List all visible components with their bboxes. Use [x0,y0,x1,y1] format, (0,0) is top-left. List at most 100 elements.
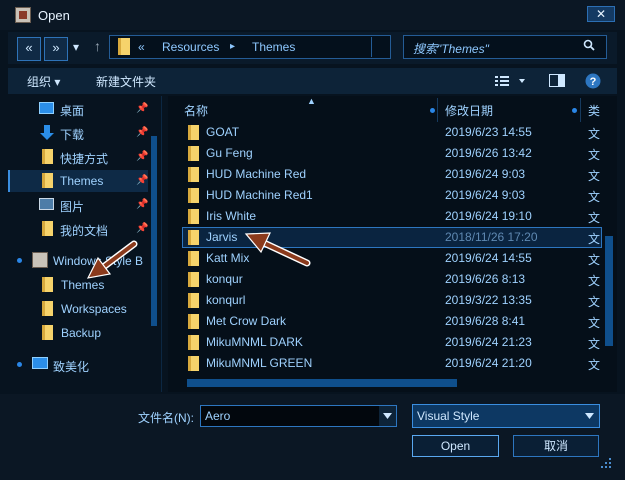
file-type: 文 [588,358,601,372]
list-item[interactable]: Met Crow Dark 2019/6/28 8:41 文 [182,311,602,332]
file-date: 2019/6/24 19:10 [445,209,532,223]
file-date: 2019/6/26 13:42 [445,146,532,160]
search-placeholder: 搜索"Themes" [413,42,489,56]
file-type: 文 [588,148,601,162]
folder-icon [42,277,53,292]
list-item[interactable]: HUD Machine Red1 2019/6/24 9:03 文 [182,185,602,206]
filename-label: 文件名(N): [138,411,194,425]
sidebar-item-label: 图片 [60,200,85,214]
folder-icon [188,335,199,350]
open-button[interactable]: Open [412,435,499,457]
list-item[interactable]: HUD Machine Red 2019/6/24 9:03 文 [182,164,602,185]
new-folder-button[interactable]: 新建文件夹 [96,73,156,90]
sidebar-item-label: 下载 [60,128,85,142]
folder-icon [42,301,53,316]
filetype-select[interactable]: Visual Style [412,404,600,428]
folder-icon [42,221,53,236]
sidebar-item-label: 快捷方式 [60,152,109,166]
sidebar-item-desktop[interactable]: 桌面 📌 [12,98,148,120]
expand-bullet-icon[interactable] [17,258,22,263]
file-name: Iris White [206,209,257,223]
list-item[interactable]: Iris White 2019/6/24 19:10 文 [182,206,602,227]
vertical-scrollbar-thumb[interactable] [605,236,613,346]
sidebar-item-pictures[interactable]: 图片 📌 [12,194,148,216]
view-options-icon[interactable] [495,75,529,87]
folder-icon [188,251,199,266]
breadcrumb-resources[interactable]: Resources [162,40,219,54]
file-name: HUD Machine Red [206,167,307,181]
title-bar [0,0,625,30]
sidebar-item-workspaces[interactable]: Workspaces [12,298,148,320]
search-icon[interactable] [583,39,595,51]
pin-icon[interactable]: 📌 [136,175,148,186]
preview-pane-icon[interactable] [549,74,565,87]
sidebar-item-downloads[interactable]: 下载 📌 [12,122,148,144]
column-header-type[interactable]: 类 [588,102,600,119]
recent-locations-dropdown[interactable]: ▾ [73,40,79,54]
breadcrumb-overflow[interactable]: « [138,40,145,54]
pin-icon[interactable]: 📌 [136,103,148,114]
column-menu-icon[interactable] [430,108,435,113]
sidebar-item-pc[interactable]: 致美化 [53,358,89,375]
up-button[interactable]: ↑ [94,38,101,54]
pin-icon[interactable]: 📌 [136,151,148,162]
help-icon[interactable]: ? [585,73,601,89]
file-type: 文 [588,295,601,309]
column-divider[interactable] [437,98,438,122]
cancel-button[interactable]: 取消 [513,435,599,457]
pin-icon[interactable]: 📌 [136,199,148,210]
back-button[interactable]: « [17,37,41,61]
expand-bullet-icon[interactable] [17,362,22,367]
file-type: 文 [588,253,601,267]
folder-icon [188,125,199,140]
horizontal-scrollbar-thumb[interactable] [187,379,457,387]
folder-icon [188,272,199,287]
sidebar-item-label: 桌面 [60,104,85,118]
close-button[interactable]: ✕ [587,6,615,22]
pin-icon[interactable]: 📌 [136,127,148,138]
folder-icon [188,188,199,203]
folder-icon [188,230,199,245]
pin-icon[interactable]: 📌 [136,223,148,234]
column-header-date[interactable]: 修改日期 [445,102,493,119]
sidebar-scrollbar-thumb[interactable] [151,136,157,326]
folder-icon [42,325,53,340]
forward-button[interactable]: » [44,37,68,61]
breadcrumb-themes[interactable]: Themes [252,40,295,54]
column-menu-icon[interactable] [572,108,577,113]
list-item[interactable]: MikuMNML DARK 2019/6/24 21:23 文 [182,332,602,353]
file-date: 2018/11/26 17:20 [445,230,538,244]
filename-dropdown[interactable] [379,406,396,426]
sidebar-item-themes-sub[interactable]: Themes [12,274,148,296]
file-name: Jarvis [206,230,238,244]
file-name: MikuMNML DARK [206,335,303,349]
file-date: 2019/6/24 9:03 [445,188,526,202]
list-item[interactable]: GOAT 2019/6/23 14:55 文 [182,122,602,143]
filename-input[interactable]: Aero [200,405,397,427]
sidebar-group-label[interactable]: Windows Style B [53,254,149,268]
sidebar-item-label: 我的文档 [60,224,109,238]
folder-icon [188,314,199,329]
organize-button[interactable]: 组织 ▾ [27,73,60,90]
list-item[interactable]: MikuMNML GREEN 2019/6/24 21:20 文 [182,353,602,374]
list-item[interactable]: Gu Feng 2019/6/26 13:42 文 [182,143,602,164]
sidebar-item-label: Themes [61,278,105,292]
file-name: Katt Mix [206,251,250,265]
resize-grip-icon[interactable] [601,458,613,470]
file-name: GOAT [206,125,240,139]
list-item[interactable]: konqur 2019/6/26 8:13 文 [182,269,602,290]
app-icon [32,252,48,268]
sidebar-item-themes[interactable]: Themes 📌 [8,170,148,192]
list-item-selected[interactable]: Jarvis 2018/11/26 17:20 文 [182,227,602,248]
sidebar-item-backup[interactable]: Backup [12,322,148,344]
list-item[interactable]: Katt Mix 2019/6/24 14:55 文 [182,248,602,269]
sidebar-item-documents[interactable]: 我的文档 📌 [12,218,148,240]
folder-icon [42,173,53,188]
breadcrumb-separator-icon[interactable]: ▸ [230,41,235,52]
chevron-down-icon[interactable] [585,413,594,419]
address-bar[interactable] [109,35,391,59]
column-divider[interactable] [580,98,581,122]
sidebar-item-shortcuts[interactable]: 快捷方式 📌 [12,146,148,168]
column-header-name[interactable]: 名称 [184,102,208,119]
list-item[interactable]: konqurl 2019/3/22 13:35 文 [182,290,602,311]
